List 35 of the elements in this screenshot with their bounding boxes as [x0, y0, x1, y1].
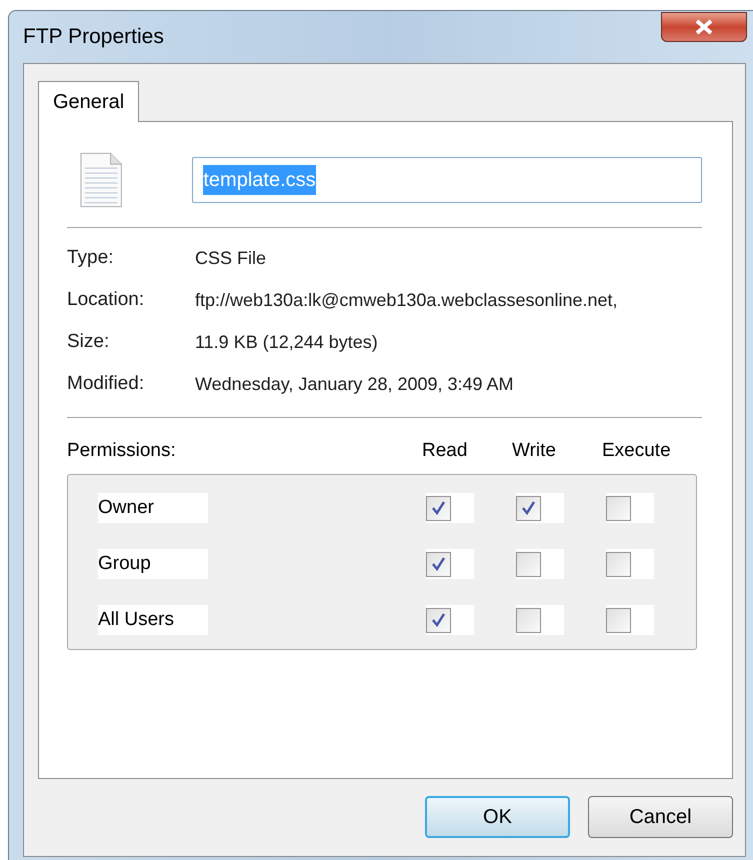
property-label: Location: [67, 288, 146, 312]
permission-checkbox[interactable] [606, 552, 631, 576]
permission-checkbox[interactable] [426, 608, 451, 632]
property-label: Modified: [67, 372, 146, 396]
dialog-button[interactable]: Cancel [588, 796, 733, 838]
tab[interactable]: General [38, 81, 140, 122]
permission-checkbox[interactable] [516, 552, 541, 576]
column-header: Execute [602, 438, 672, 463]
property-value: CSS File [195, 247, 266, 270]
permissions-label: Permissions: [67, 438, 177, 463]
permission-checkbox[interactable] [516, 496, 541, 520]
permission-checkbox[interactable] [606, 608, 631, 632]
user-label: Owner [98, 493, 208, 523]
column-header: Write [512, 438, 557, 463]
property-value: 11.9 KB (12,244 bytes) [195, 331, 378, 354]
dialog-button[interactable]: OK [425, 796, 570, 838]
user-label: All Users [98, 605, 208, 635]
permission-checkbox[interactable] [426, 552, 451, 576]
window-title: FTP Properties [23, 24, 164, 50]
checkmark-icon [431, 612, 446, 628]
checkmark-icon [431, 500, 446, 516]
file-name-text: template.css [203, 165, 316, 195]
property-label: Size: [67, 330, 110, 354]
checkmark-icon [521, 500, 536, 516]
property-value: Wednesday, January 28, 2009, 3:49 AM [195, 373, 514, 396]
user-label: Group [98, 549, 208, 579]
property-value: ftp://web130a:lk@cmweb130a.webclassesonline.net, [195, 289, 618, 312]
column-header: Read [422, 438, 468, 463]
permission-checkbox[interactable] [426, 496, 451, 520]
permission-checkbox[interactable] [606, 496, 631, 520]
close-icon [694, 19, 714, 35]
close-button[interactable] [661, 12, 747, 42]
property-label: Type: [67, 246, 114, 270]
permission-checkbox[interactable] [516, 608, 541, 632]
checkmark-icon [431, 556, 446, 572]
